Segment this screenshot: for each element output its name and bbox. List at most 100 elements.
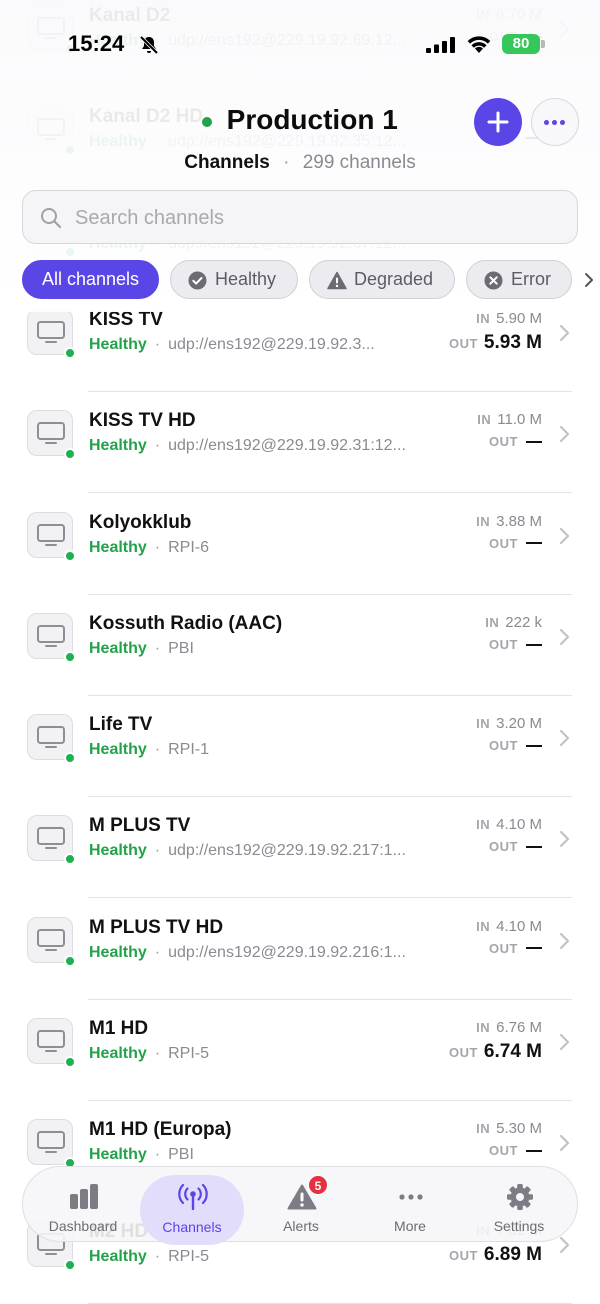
tv-icon	[37, 523, 65, 546]
filter-error[interactable]: Error	[466, 260, 572, 299]
in-value: 3.88 M	[496, 512, 542, 530]
bitrate-metrics: IN 3.20 M OUT	[476, 715, 542, 755]
out-bitrate: OUT 5.93 M	[449, 332, 542, 354]
chevron-right-icon	[559, 324, 570, 341]
subtitle-separator: ·	[283, 152, 290, 173]
channel-status: Healthy	[89, 943, 147, 961]
tab-label: More	[394, 1218, 426, 1234]
out-label: OUT	[489, 636, 518, 652]
out-bitrate: OUT	[477, 433, 542, 451]
filter-degraded[interactable]: Degraded	[309, 260, 455, 299]
tab-channels[interactable]: Channels	[140, 1175, 244, 1245]
channel-status: Healthy	[89, 1045, 147, 1062]
tab-label: Dashboard	[48, 1218, 118, 1234]
channel-name: M PLUS TV HD	[89, 916, 224, 938]
chevron-right-icon	[559, 426, 570, 443]
tab-settings[interactable]: Settings	[467, 1167, 571, 1241]
detail-separator: ·	[154, 1045, 161, 1062]
add-channel-button[interactable]	[474, 98, 522, 146]
channel-details: Healthy · PBI	[89, 1146, 429, 1164]
channel-status: Healthy	[89, 1247, 147, 1265]
status-dot	[64, 954, 76, 967]
out-bitrate: OUT	[476, 1142, 542, 1160]
detail-separator: ·	[154, 842, 161, 860]
out-value: 5.93 M	[483, 331, 542, 353]
out-bitrate: OUT 6.74 M	[449, 1041, 542, 1063]
status-dot	[64, 549, 76, 562]
in-bitrate: IN 3.88 M	[476, 513, 542, 535]
filter-label: All channels	[41, 269, 140, 289]
scroll-right-chevron-icon[interactable]	[584, 272, 594, 288]
channel-row[interactable]: M1 HD Healthy · RPI-5 IN 6.76 M OUT 6.74 M	[0, 1000, 600, 1101]
tab-more[interactable]: More	[358, 1167, 462, 1241]
channel-source: udp://ens192@229.19.92.3...	[168, 335, 375, 353]
in-label: IN	[477, 412, 492, 428]
in-bitrate: IN 222 k	[485, 614, 542, 636]
in-value: 5.30 M	[496, 1120, 542, 1138]
status-dot	[64, 650, 76, 663]
out-label: OUT	[448, 1045, 478, 1060]
channel-row[interactable]: Life TV Healthy · RPI-1 IN 3.20 M OUT	[0, 696, 600, 798]
detail-separator: ·	[154, 1247, 161, 1265]
broadcast-icon	[178, 1184, 208, 1210]
tv-icon	[37, 422, 65, 445]
in-value: 3.20 M	[496, 715, 542, 733]
channel-status: Healthy	[89, 538, 147, 556]
in-label: IN	[476, 817, 491, 833]
channel-source: RPI-1	[168, 741, 210, 759]
out-bitrate: OUT	[476, 940, 542, 958]
status-bar: 15:24 80	[0, 0, 600, 90]
out-label: OUT	[489, 940, 518, 956]
in-label: IN	[476, 716, 491, 732]
warning-triangle-icon	[327, 271, 347, 290]
gear-icon	[507, 1184, 533, 1210]
filter-all-channels[interactable]: All channels	[22, 260, 159, 299]
channel-details: Healthy · RPI-5	[89, 1248, 429, 1266]
search-bar[interactable]	[22, 190, 578, 244]
tv-icon	[37, 624, 65, 647]
bitrate-metrics: IN 5.90 M OUT 5.93 M	[449, 310, 542, 354]
channel-source: RPI-6	[168, 538, 210, 556]
channel-details: Healthy · PBI	[89, 640, 429, 658]
check-circle-icon	[188, 271, 207, 290]
channel-source: udp://ens192@229.19.92.217:1...	[168, 842, 406, 860]
in-value: 5.90 M	[496, 309, 542, 327]
channel-row[interactable]: Kolyokklub Healthy · RPI-6 IN 3.88 M OUT	[0, 494, 600, 595]
channel-details: Healthy · RPI-5	[89, 1045, 429, 1063]
tab-alerts[interactable]: 5 Alerts	[249, 1167, 353, 1241]
channel-name: Kossuth Radio (AAC)	[89, 612, 283, 634]
channel-row[interactable]: M PLUS TV Healthy · udp://ens192@229.19.92.…	[0, 797, 600, 899]
out-label: OUT	[489, 839, 518, 855]
out-value: 6.89 M	[483, 1243, 542, 1265]
status-dot	[64, 1056, 76, 1068]
in-value: 11.0 M	[497, 411, 542, 429]
channel-row[interactable]: KISS TV HD Healthy · udp://ens192@229.19.92…	[0, 392, 600, 494]
battery-cap	[541, 40, 545, 48]
more-options-button[interactable]	[531, 98, 579, 146]
channel-row[interactable]: M PLUS TV HD Healthy · udp://ens192@229.19.…	[0, 899, 600, 1000]
page-subtitle: Channels · 299 channels	[0, 152, 600, 174]
subtitle-section: Channels	[184, 152, 270, 173]
tv-icon	[37, 320, 65, 343]
out-label: OUT	[448, 1247, 478, 1263]
out-label: OUT	[489, 535, 518, 551]
out-empty-dash	[526, 947, 542, 950]
filter-healthy[interactable]: Healthy	[170, 260, 298, 299]
tab-label: Settings	[493, 1218, 545, 1234]
channel-details: Healthy · udp://ens192@229.19.92.217:1...	[89, 842, 429, 860]
detail-separator: ·	[154, 741, 161, 759]
in-value: 6.76 M	[496, 1019, 542, 1036]
chevron-right-icon	[559, 729, 570, 747]
in-bitrate: IN 11.0 M	[477, 411, 542, 433]
tab-dashboard[interactable]: Dashboard	[31, 1167, 135, 1241]
channel-name: KISS TV HD	[89, 410, 196, 432]
status-dot	[64, 346, 76, 359]
detail-separator: ·	[154, 335, 161, 353]
channel-details: Healthy · RPI-1	[89, 741, 429, 759]
detail-separator: ·	[154, 943, 161, 961]
channel-row[interactable]: Kossuth Radio (AAC) Healthy · PBI IN 222 k OUT	[0, 595, 600, 696]
in-bitrate: IN 4.10 M	[476, 918, 542, 940]
channel-name: Life TV	[89, 714, 153, 736]
bitrate-metrics: IN 4.10 M OUT	[476, 918, 542, 958]
search-input[interactable]	[75, 201, 555, 235]
